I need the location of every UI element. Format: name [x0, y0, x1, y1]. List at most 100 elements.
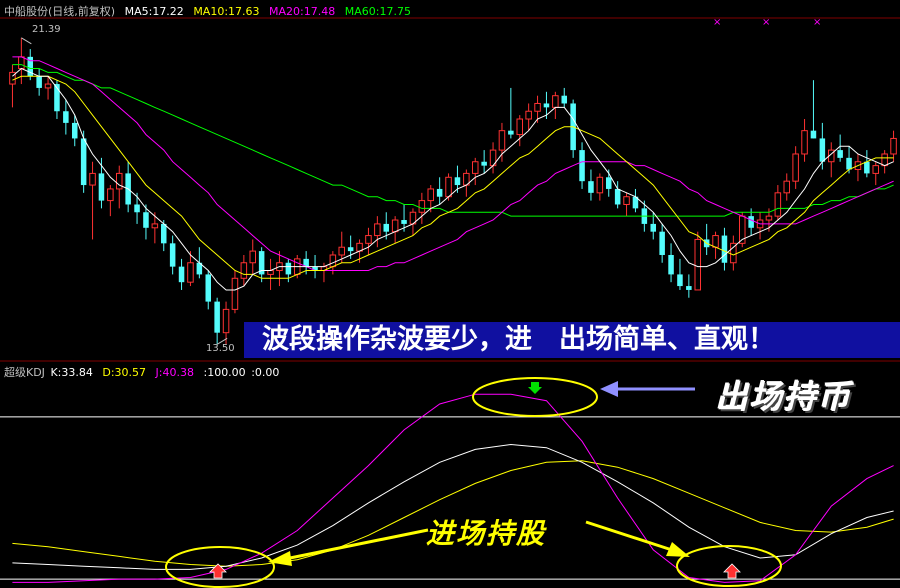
candle-body	[436, 188, 443, 197]
candle-body	[374, 223, 381, 237]
candle	[738, 212, 746, 248]
high-price-label: 21.39	[32, 24, 61, 35]
candle	[27, 49, 34, 81]
candle-body	[383, 223, 390, 232]
candle	[267, 258, 274, 290]
candle	[756, 212, 764, 240]
candle-body	[730, 242, 737, 264]
candle	[115, 165, 123, 209]
candle-body	[508, 130, 514, 135]
candle-body	[552, 95, 559, 108]
candle	[436, 177, 443, 205]
candle-body	[151, 223, 159, 229]
candle	[810, 80, 817, 139]
candle	[561, 87, 568, 108]
candle-body	[160, 223, 167, 244]
candle-body	[471, 161, 479, 174]
candle	[659, 223, 665, 263]
candle-body	[98, 173, 105, 201]
candle-body	[107, 188, 114, 202]
candle	[44, 76, 52, 100]
exit-callout-text: 出场持币	[716, 378, 853, 416]
moving-average-lines	[12, 56, 894, 291]
candle-body	[864, 161, 870, 174]
kdj-lines	[12, 393, 894, 583]
candle	[151, 212, 159, 244]
candle-body	[694, 238, 702, 291]
candle	[374, 216, 381, 248]
candle-body	[231, 277, 239, 310]
candle-body	[668, 254, 674, 275]
candle-body	[418, 200, 426, 213]
signal-x-icon: ×	[762, 17, 770, 28]
candle-body	[178, 266, 185, 283]
candle	[63, 99, 69, 135]
candle-body	[614, 188, 621, 205]
enter-pointer-arrow-right	[585, 520, 673, 552]
annotation-banner: 波段操作杂波要少，进 出场简单、直观！	[244, 322, 900, 358]
candle	[881, 150, 888, 174]
candle-body	[801, 130, 808, 155]
ma10-line	[12, 75, 894, 279]
ma20-line	[12, 56, 894, 271]
candle-body	[214, 301, 220, 333]
candle-body	[748, 216, 754, 228]
candle-body	[89, 172, 96, 186]
candle-body	[677, 274, 683, 287]
candle-body	[588, 181, 594, 193]
candle	[774, 185, 782, 221]
candle-body	[686, 286, 692, 290]
candle-body	[427, 188, 435, 202]
candle	[516, 115, 524, 147]
candle	[481, 150, 487, 174]
candle-body	[881, 153, 888, 167]
candle	[721, 227, 728, 271]
candle-body	[18, 56, 25, 70]
candle	[249, 239, 257, 275]
candle-body	[44, 83, 52, 89]
candle	[525, 103, 532, 131]
candle-body	[534, 102, 541, 112]
candle	[864, 150, 870, 178]
candle	[205, 270, 212, 310]
candle-body	[285, 262, 292, 275]
candle-body	[329, 254, 337, 268]
candle-body	[205, 274, 212, 302]
candle-body	[846, 157, 852, 170]
candle-body	[80, 138, 87, 186]
candle	[694, 231, 702, 291]
candle	[134, 192, 140, 224]
candle-body	[872, 165, 880, 174]
candle-body	[605, 177, 612, 189]
candle-body	[187, 262, 194, 283]
candle	[489, 142, 497, 174]
enter-callout-text: 进场持股	[426, 517, 547, 550]
sell-arrow-icon	[528, 382, 542, 394]
candle	[703, 223, 710, 255]
candle	[240, 254, 248, 287]
candle	[169, 235, 176, 275]
candle	[783, 173, 791, 201]
candle	[854, 153, 862, 182]
candle	[712, 231, 719, 259]
candle-body	[792, 153, 799, 182]
candle	[596, 173, 604, 201]
candle-body	[71, 122, 78, 139]
stock-chart-window: 中船股份(日线,前复权) MA5:17.22 MA10:17.63 MA20:1…	[0, 0, 900, 588]
candle	[214, 297, 220, 345]
candle	[36, 68, 42, 96]
exit-pointer-arrowhead	[600, 381, 618, 397]
candle-body	[543, 103, 550, 108]
candle	[365, 227, 372, 255]
candle	[792, 146, 799, 189]
candle	[178, 258, 185, 290]
candle-body	[249, 250, 257, 264]
candle-body	[890, 137, 897, 155]
candle-body	[169, 243, 176, 267]
candle	[588, 169, 594, 201]
candle-body	[774, 192, 782, 217]
candle-body	[783, 180, 791, 194]
candle	[80, 130, 87, 193]
candle-body	[810, 130, 817, 139]
candle	[160, 220, 167, 252]
